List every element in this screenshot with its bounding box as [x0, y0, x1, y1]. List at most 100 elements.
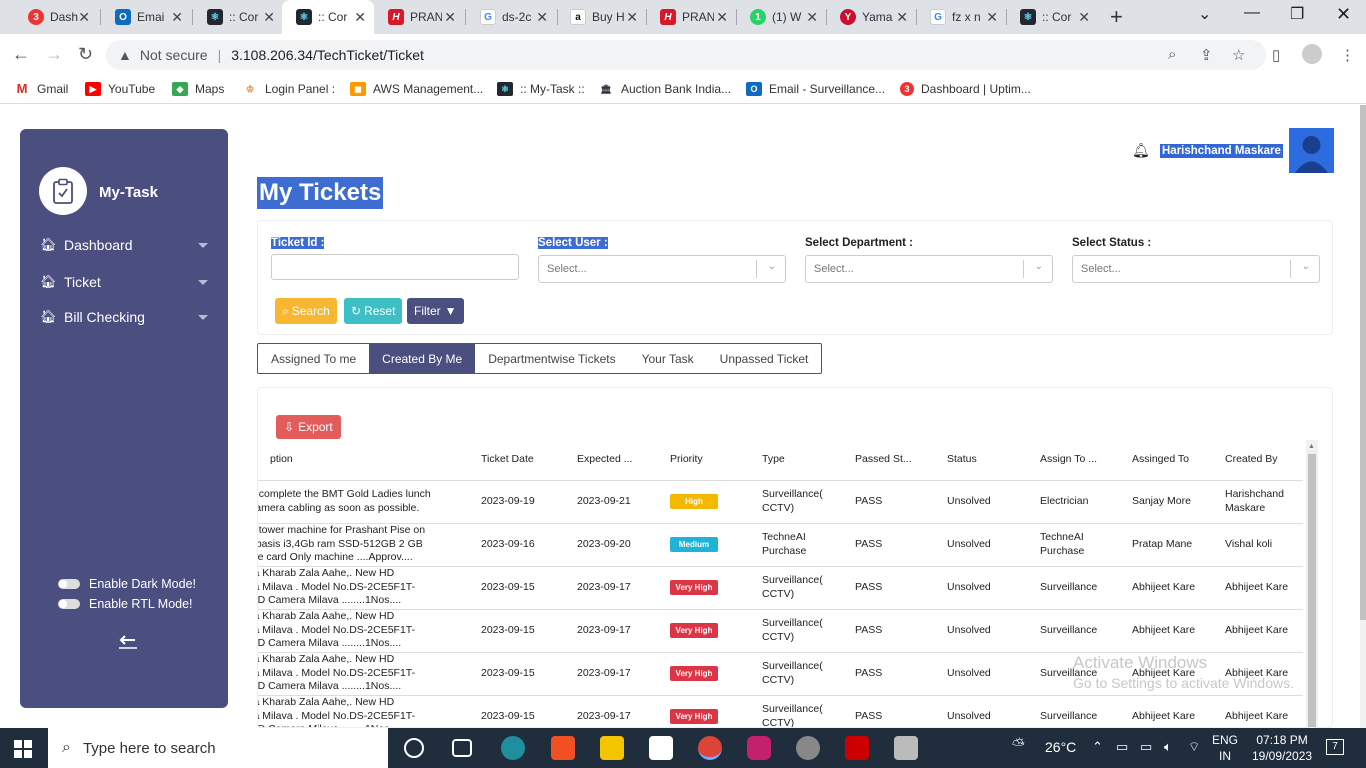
browser-tab[interactable]: a Buy H ✕ [556, 0, 646, 34]
tab-created-by-me[interactable]: Created By Me [369, 344, 476, 373]
store-icon[interactable] [551, 736, 575, 760]
wps-office-icon[interactable] [747, 736, 771, 760]
reset-button[interactable]: ↻ Reset [344, 298, 403, 324]
select-user-dropdown[interactable]: Select... ⌄ [538, 255, 786, 283]
share-icon[interactable]: ⇪ [1200, 46, 1213, 64]
close-tab-icon[interactable]: ✕ [78, 9, 90, 26]
weather-icon[interactable]: ⛅︎ [1012, 737, 1025, 755]
table-row[interactable]: ra Kharab Zala Aahe,. New HD ra Milava . … [258, 695, 1303, 727]
battery-icon[interactable]: ▭ [1140, 739, 1152, 755]
edge-icon[interactable] [501, 736, 525, 760]
column-header-ticket-date[interactable]: Ticket Date [469, 438, 565, 481]
dark-mode-toggle-row[interactable]: Enable Dark Mode! [58, 577, 196, 591]
column-header-created-by[interactable]: Created By [1213, 438, 1303, 481]
cortana-icon[interactable] [404, 738, 424, 758]
forward-icon[interactable]: → [45, 44, 63, 65]
close-tab-icon[interactable]: ✕ [1078, 9, 1090, 26]
browser-tab[interactable]: 3 Dash ✕ [14, 0, 98, 34]
chrome-icon[interactable] [698, 736, 722, 760]
bookmark-login-panel[interactable]: ♔ Login Panel : [242, 82, 335, 96]
avatar[interactable] [1289, 128, 1334, 173]
profile-icon[interactable] [1302, 44, 1322, 64]
close-window-icon[interactable]: ✕ [1336, 4, 1351, 25]
task-view-icon[interactable] [452, 739, 472, 757]
page-scrollbar[interactable] [1360, 105, 1366, 728]
taskbar-search-box[interactable]: ⌕ Type here to search [48, 728, 388, 768]
rtl-mode-toggle[interactable] [58, 599, 80, 609]
file-explorer-icon[interactable] [600, 736, 624, 760]
close-tab-icon[interactable]: ✕ [263, 9, 275, 26]
network-app-icon[interactable] [894, 736, 918, 760]
bookmark-star-icon[interactable]: ☆ [1232, 46, 1245, 64]
anydesk-icon[interactable] [845, 736, 869, 760]
ticket-id-input[interactable] [271, 254, 519, 280]
browser-tab[interactable]: G fz x n ✕ [916, 0, 1006, 34]
select-status-dropdown[interactable]: Select... ⌄ [1072, 255, 1320, 283]
language-indicator[interactable]: ENG IN [1212, 732, 1238, 764]
vnc-icon[interactable] [649, 736, 673, 760]
browser-tab[interactable]: ⚛ :: Cor ✕ [1006, 0, 1098, 34]
reload-icon[interactable]: ↻ [78, 44, 93, 65]
settings-icon[interactable] [796, 736, 820, 760]
tab-search-icon[interactable]: ⌄ [1198, 4, 1211, 24]
bookmark-dashboard-uptime[interactable]: 3 Dashboard | Uptim... [900, 82, 1031, 96]
collapse-sidebar-icon[interactable] [117, 634, 139, 655]
column-header-assigned-to[interactable]: Assinged To [1120, 438, 1213, 481]
close-tab-icon[interactable]: ✕ [806, 9, 818, 26]
select-department-dropdown[interactable]: Select... ⌄ [805, 255, 1053, 283]
bookmark-gmail[interactable]: M Gmail [14, 82, 69, 97]
bookmark-aws[interactable]: ◼ AWS Management... [350, 82, 483, 96]
wifi-icon[interactable]: ⌔ [1188, 739, 1200, 755]
close-tab-icon[interactable]: ✕ [536, 9, 548, 26]
table-row[interactable]: e complete the BMT Gold Ladies lunch came… [258, 480, 1303, 524]
dark-mode-toggle[interactable] [58, 579, 80, 589]
column-header-passed-status[interactable]: Passed St... [843, 438, 935, 481]
sidebar-item-bill-checking[interactable]: 🏠︎ Bill Checking [40, 309, 208, 325]
column-header-assign-to[interactable]: Assign To ... [1028, 438, 1120, 481]
close-tab-icon[interactable]: ✕ [444, 9, 456, 26]
rtl-mode-toggle-row[interactable]: Enable RTL Mode! [58, 597, 193, 611]
close-tab-icon[interactable]: ✕ [716, 9, 728, 26]
tab-departmentwise-tickets[interactable]: Departmentwise Tickets [475, 344, 628, 373]
chevron-up-icon[interactable]: ⌃ [1092, 739, 1103, 755]
menu-icon[interactable]: ⋮ [1340, 46, 1355, 64]
browser-tab[interactable]: G ds-2c ✕ [466, 0, 556, 34]
browser-tab[interactable]: ⚛ :: Cor ✕ [193, 0, 283, 34]
search-button[interactable]: ⌕ Search [275, 298, 337, 324]
bookmark-my-task[interactable]: ⚛:: My-Task :: [497, 82, 585, 96]
table-scrollbar[interactable]: ▲ [1306, 440, 1318, 727]
tab-unpassed-ticket[interactable]: Unpassed Ticket [707, 344, 822, 373]
browser-tab[interactable]: H PRAN ✕ [646, 0, 736, 34]
column-header-description[interactable]: ption [258, 438, 469, 481]
column-header-expected[interactable]: Expected ... [565, 438, 658, 481]
taskbar-clock[interactable]: 07:18 PM 19/09/2023 [1252, 732, 1312, 764]
scroll-up-icon[interactable]: ▲ [1308, 443, 1315, 450]
volume-icon[interactable]: 🔈︎ [1164, 739, 1172, 755]
column-header-status[interactable]: Status [935, 438, 1028, 481]
export-button[interactable]: ⇩ Export [276, 415, 341, 439]
sidebar-item-ticket[interactable]: 🏠︎ Ticket [40, 274, 208, 290]
maximize-icon[interactable]: ❐ [1290, 4, 1304, 24]
table-row[interactable]: ra Kharab Zala Aahe,. New HD ra Milava . … [258, 609, 1303, 653]
tab-assigned-to-me[interactable]: Assigned To me [258, 344, 369, 373]
browser-tab[interactable]: Y Yama ✕ [826, 0, 916, 34]
tab-your-task[interactable]: Your Task [629, 344, 707, 373]
bell-icon[interactable]: 🔔︎ [1132, 142, 1150, 159]
bookmark-maps[interactable]: ◆ Maps [172, 82, 224, 96]
meet-now-icon[interactable]: ▭ [1116, 739, 1128, 755]
bookmark-auction-bank[interactable]: 🏛 Auction Bank India... [598, 82, 731, 96]
user-name[interactable]: Harishchand Maskare [1160, 144, 1283, 158]
close-tab-icon[interactable]: ✕ [354, 9, 366, 26]
browser-tab-active[interactable]: ⚛ :: Cor ✕ [282, 0, 374, 34]
weather-temperature[interactable]: 26°C [1045, 739, 1076, 755]
back-icon[interactable]: ← [12, 44, 30, 65]
windows-start-icon[interactable] [14, 740, 32, 758]
notifications-icon[interactable]: 7 [1326, 739, 1344, 755]
table-row[interactable]: ra Kharab Zala Aahe,. New HD ra Milava . … [258, 566, 1303, 610]
browser-tab[interactable]: H PRAN ✕ [374, 0, 464, 34]
column-header-priority[interactable]: Priority [658, 438, 750, 481]
bookmark-youtube[interactable]: ▶ YouTube [85, 82, 155, 96]
table-row[interactable]: 1 tower machine for Prashant Pise on: ba… [258, 523, 1303, 567]
minimize-icon[interactable]: — [1244, 4, 1260, 22]
column-header-type[interactable]: Type [750, 438, 843, 481]
